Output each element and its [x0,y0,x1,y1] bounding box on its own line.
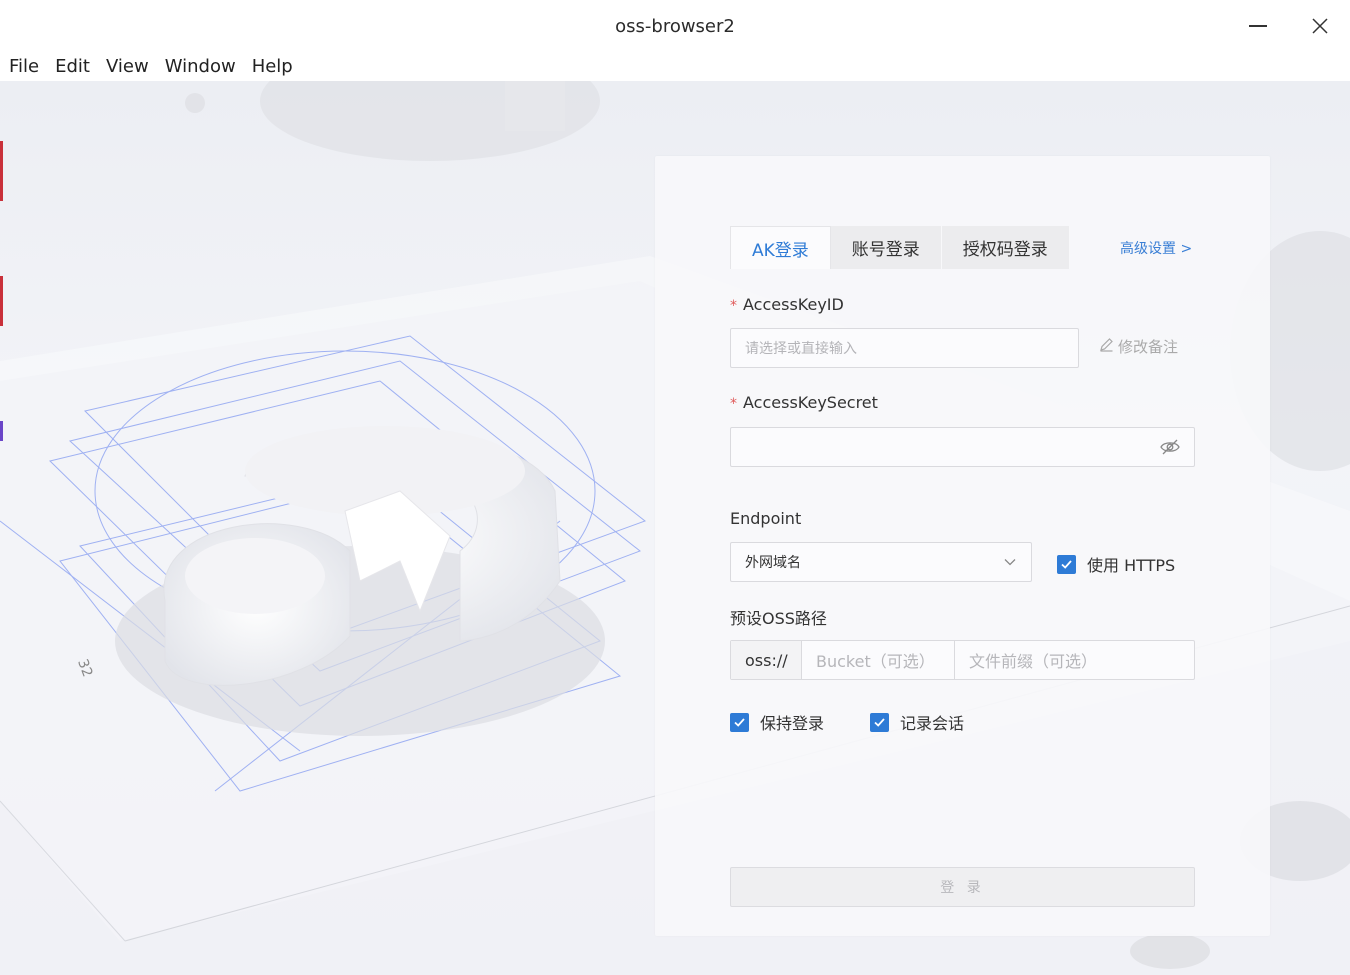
edge-mark [0,276,3,326]
menu-window[interactable]: Window [157,52,244,81]
access-key-secret-label: * AccessKeySecret [730,393,878,412]
minimize-icon[interactable] [1238,8,1278,44]
endpoint-selected-value: 外网域名 [745,555,801,571]
oss-prefix: oss:// [731,641,802,679]
endpoint-select[interactable]: 外网域名 [730,542,1032,582]
record-session-checkbox[interactable]: 记录会话 [870,710,964,734]
edit-note-label: 修改备注 [1118,338,1179,356]
tab-ak-login[interactable]: AK登录 [730,226,831,269]
edit-note-button[interactable]: 修改备注 [1099,336,1178,357]
login-tabs: AK登录 账号登录 授权码登录 [730,226,1070,269]
checkbox-checked-icon [730,712,749,732]
eye-off-icon[interactable] [1160,438,1180,460]
access-key-id-label: * AccessKeyID [730,295,844,314]
title-bar: oss-browser2 [0,0,1350,52]
tab-account-login[interactable]: 账号登录 [830,226,942,269]
preset-path-label: 预设OSS路径 [730,609,827,628]
menu-view[interactable]: View [98,52,157,81]
menu-help[interactable]: Help [244,52,301,81]
login-button[interactable]: 登 录 [730,867,1195,907]
checkbox-checked-icon [870,712,889,732]
access-key-id-placeholder: 请选择或直接输入 [745,341,857,357]
edge-mark [0,421,3,441]
checkbox-checked-icon [1057,554,1076,574]
endpoint-label: Endpoint [730,509,802,528]
edge-mark [0,141,3,201]
keep-login-checkbox[interactable]: 保持登录 [730,710,824,734]
file-prefix-input[interactable]: 文件前缀（可选） [955,641,1194,679]
record-session-label: 记录会话 [900,714,965,733]
preset-path-group: oss:// Bucket（可选） 文件前缀（可选） [730,640,1195,680]
keep-login-label: 保持登录 [760,714,825,733]
menu-bar: File Edit View Window Help [0,52,1350,81]
window-title: oss-browser2 [615,15,735,37]
required-mark: * [730,396,737,412]
use-https-label: 使用 HTTPS [1087,556,1176,575]
pencil-icon [1099,337,1114,356]
chevron-down-icon [1003,555,1017,573]
advanced-settings-link[interactable]: 高级设置 > [1120,238,1192,258]
access-key-secret-input[interactable] [730,427,1195,467]
bucket-input[interactable]: Bucket（可选） [802,641,955,679]
menu-file[interactable]: File [1,52,47,81]
tab-auth-code-login[interactable]: 授权码登录 [941,226,1070,269]
close-icon[interactable] [1300,8,1340,44]
menu-edit[interactable]: Edit [47,52,98,81]
access-key-id-input[interactable]: 请选择或直接输入 [730,328,1079,368]
use-https-checkbox[interactable]: 使用 HTTPS [1057,552,1175,576]
required-mark: * [730,298,737,314]
login-panel: AK登录 账号登录 授权码登录 高级设置 > * AccessKeyID 请选择或… [655,156,1270,936]
